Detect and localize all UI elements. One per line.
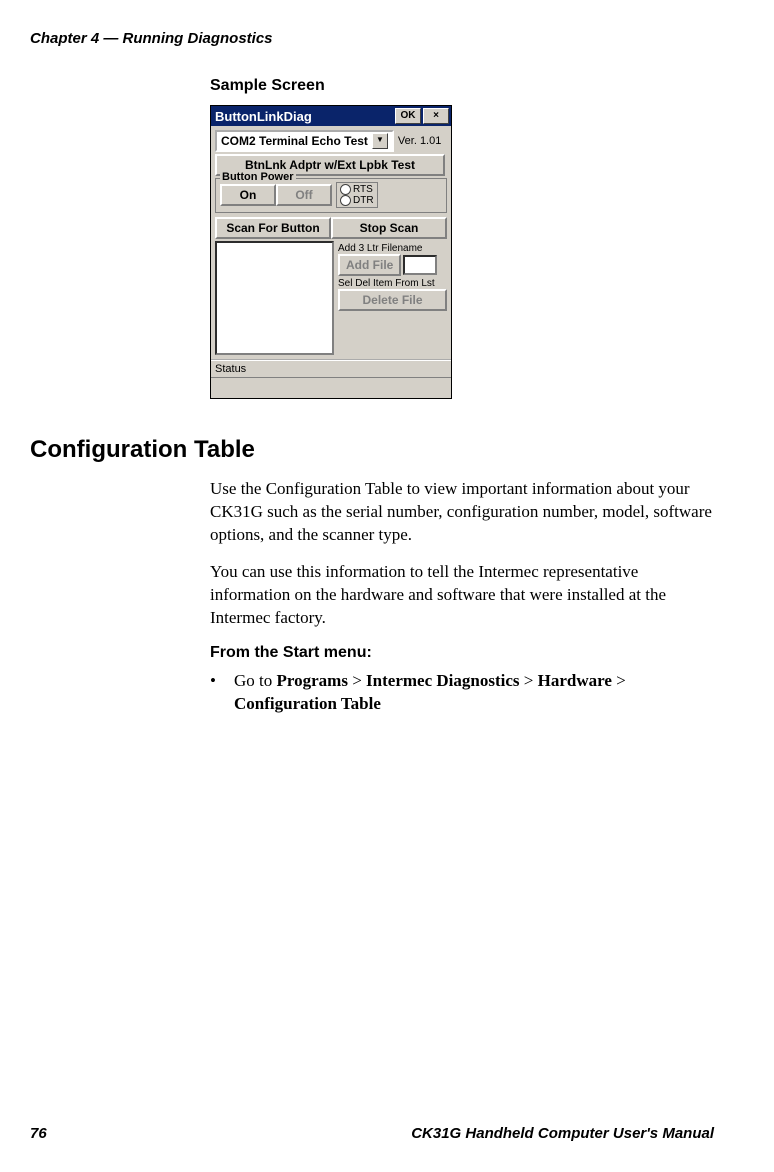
from-start-menu-heading: From the Start menu:: [210, 644, 714, 662]
del-item-label: Sel Del Item From Lst: [338, 278, 447, 289]
dtr-label: DTR: [353, 195, 374, 206]
version-label: Ver. 1.01: [398, 135, 441, 147]
titlebar: ButtonLinkDiag OK ×: [211, 106, 451, 126]
rts-label: RTS: [353, 184, 373, 195]
window-title: ButtonLinkDiag: [215, 109, 393, 124]
section-heading: Configuration Table: [30, 436, 714, 464]
chevron-down-icon[interactable]: ▼: [372, 133, 388, 149]
bullet-item: • Go to Programs > Intermec Diagnostics …: [210, 670, 714, 716]
button-power-group: Button Power On Off RTS DTR: [215, 178, 447, 213]
stop-scan-button[interactable]: Stop Scan: [331, 217, 447, 239]
sample-screen-heading: Sample Screen: [210, 77, 714, 95]
rts-radio[interactable]: [340, 184, 351, 195]
add-filename-label: Add 3 Ltr Filename: [338, 243, 447, 254]
off-button[interactable]: Off: [276, 184, 332, 206]
signal-radios: RTS DTR: [336, 182, 378, 208]
paragraph-2: You can use this information to tell the…: [210, 561, 714, 630]
manual-title: CK31G Handheld Computer User's Manual: [411, 1125, 714, 1142]
scan-button[interactable]: Scan For Button: [215, 217, 331, 239]
add-file-button[interactable]: Add File: [338, 254, 401, 276]
status-label: Status: [211, 359, 451, 377]
bullet-marker: •: [210, 670, 234, 716]
ok-button[interactable]: OK: [395, 108, 421, 124]
dtr-radio[interactable]: [340, 195, 351, 206]
group-label: Button Power: [220, 171, 296, 183]
screenshot-window: ButtonLinkDiag OK × COM2 Terminal Echo T…: [210, 105, 452, 399]
paragraph-1: Use the Configuration Table to view impo…: [210, 478, 714, 547]
close-button[interactable]: ×: [423, 108, 449, 124]
on-button[interactable]: On: [220, 184, 276, 206]
filename-input[interactable]: [403, 255, 437, 275]
page-number: 76: [30, 1125, 47, 1142]
file-listbox[interactable]: [215, 241, 334, 355]
chapter-header: Chapter 4 — Running Diagnostics: [30, 30, 714, 47]
status-bar-area: [211, 377, 451, 398]
bullet-text: Go to Programs > Intermec Diagnostics > …: [234, 670, 626, 716]
combo-text: COM2 Terminal Echo Test: [221, 134, 368, 148]
test-combo[interactable]: COM2 Terminal Echo Test ▼: [215, 130, 394, 152]
delete-file-button[interactable]: Delete File: [338, 289, 447, 311]
